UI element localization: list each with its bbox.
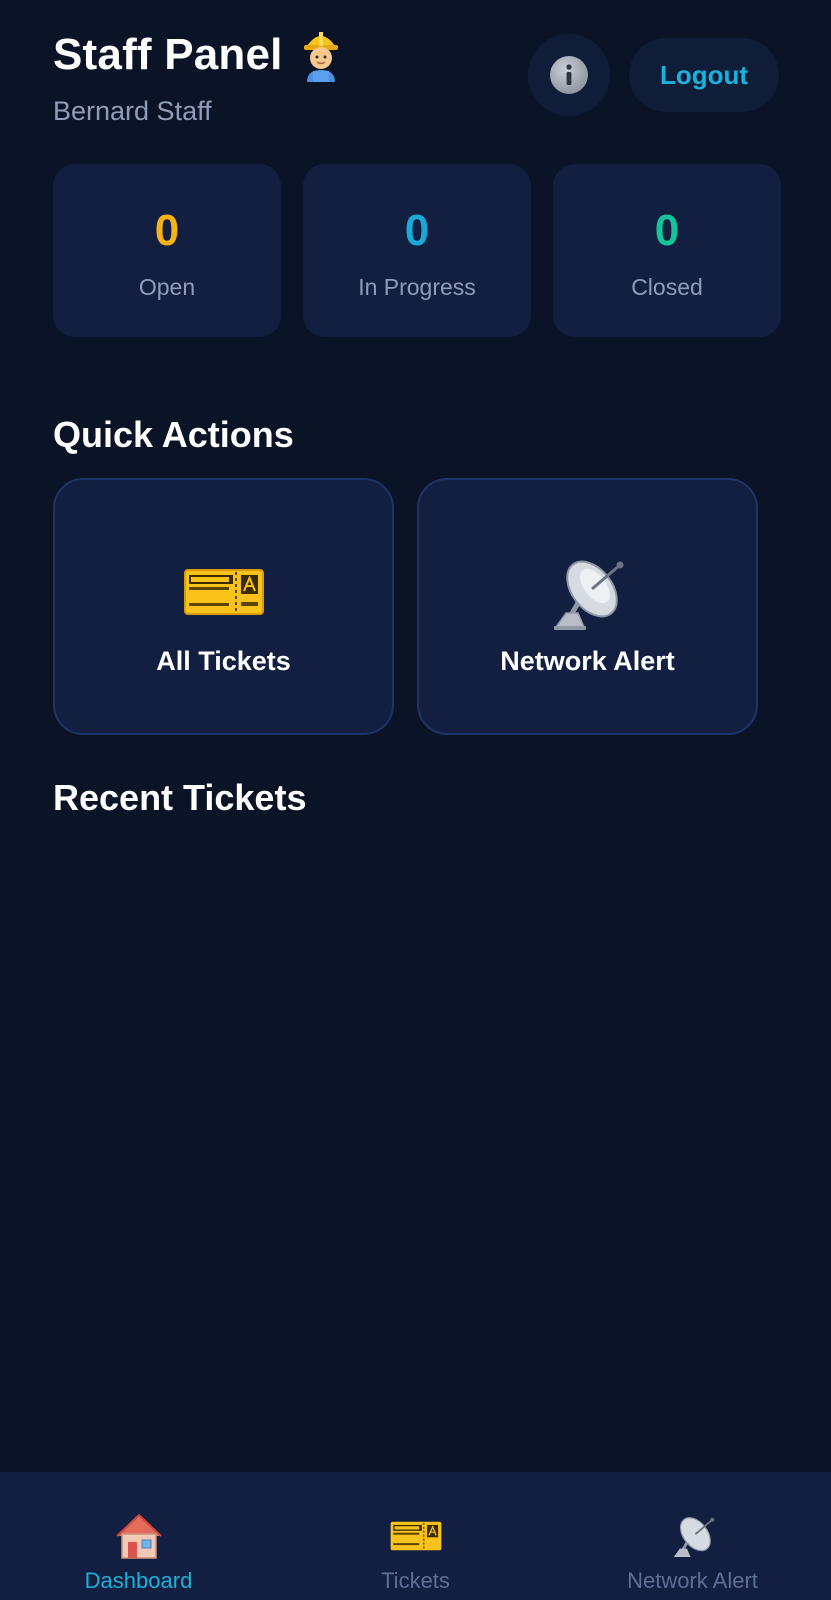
quick-actions-heading: Quick Actions <box>53 414 294 455</box>
stat-card-in-progress: 0 In Progress <box>303 164 531 337</box>
stat-card-closed: 0 Closed <box>553 164 781 337</box>
stat-card-open: 0 Open <box>53 164 281 337</box>
stat-value-in-progress: 0 <box>404 206 430 255</box>
recent-tickets-heading: Recent Tickets <box>53 777 307 818</box>
all-tickets-label: All Tickets <box>156 646 291 676</box>
house-icon <box>111 1510 167 1562</box>
quick-actions: All Tickets Network Alert <box>53 478 758 735</box>
page-title: Staff Panel <box>53 30 283 79</box>
all-tickets-button[interactable]: All Tickets <box>53 478 394 735</box>
ticket-icon <box>388 1510 444 1562</box>
ticket-icon <box>183 556 265 628</box>
stat-label-open: Open <box>138 274 196 300</box>
logout-button[interactable]: Logout <box>629 38 779 112</box>
nav-dashboard-label: Dashboard <box>84 1568 193 1593</box>
bottom-navigation: Dashboard Tickets Network Alert <box>0 1472 831 1600</box>
construction-worker-icon <box>301 28 341 82</box>
stat-value-closed: 0 <box>654 206 680 255</box>
nav-tickets[interactable]: Tickets <box>277 1472 554 1600</box>
info-icon <box>550 56 588 94</box>
stat-label-in-progress: In Progress <box>358 274 476 300</box>
stat-value-open: 0 <box>154 206 180 255</box>
staff-dashboard: Staff Panel Bernard Staff Logout 0 Open … <box>0 0 831 1600</box>
network-alert-label: Network Alert <box>500 646 675 676</box>
ticket-stats: 0 Open 0 In Progress 0 Closed <box>53 164 781 337</box>
stat-label-closed: Closed <box>631 274 703 300</box>
satellite-dish-icon <box>665 1510 721 1562</box>
network-alert-button[interactable]: Network Alert <box>417 478 758 735</box>
nav-tickets-label: Tickets <box>381 1568 450 1593</box>
nav-network-alert-label: Network Alert <box>627 1568 758 1593</box>
nav-dashboard[interactable]: Dashboard <box>0 1472 277 1600</box>
nav-network-alert[interactable]: Network Alert <box>554 1472 831 1600</box>
satellite-dish-icon <box>547 556 629 630</box>
info-button[interactable] <box>528 34 610 116</box>
